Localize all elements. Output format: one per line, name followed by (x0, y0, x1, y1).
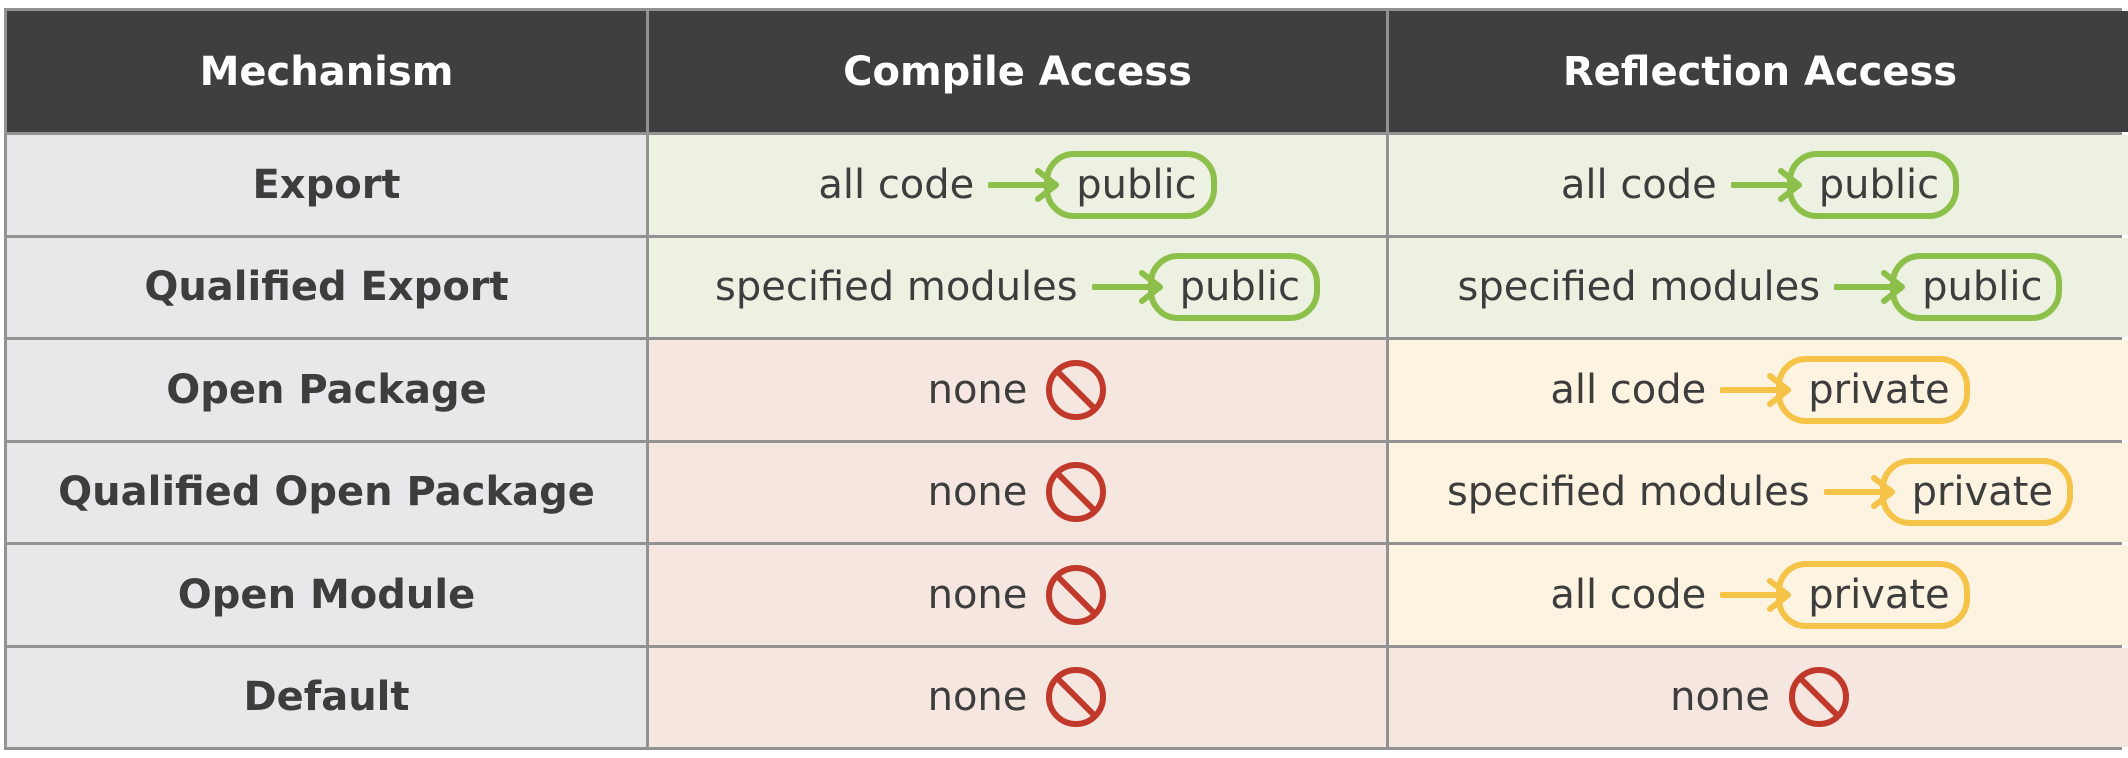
reflection-access-cell: all code private (1389, 545, 2128, 645)
access-flow: specified modules private (1446, 458, 2074, 527)
mechanism-cell: Export (7, 135, 646, 235)
access-level-pill: private (1776, 355, 1970, 424)
header-compile-access: Compile Access (649, 11, 1386, 132)
access-source-text: specified modules (1457, 264, 1821, 311)
access-none-text: none (927, 674, 1028, 721)
access-source-text: all code (1560, 161, 1717, 208)
mechanism-cell: Qualified Export (7, 237, 646, 337)
mechanism-cell: Default (7, 647, 646, 747)
compile-access-cell: none (649, 647, 1386, 747)
access-flow: specified modules public (715, 253, 1320, 322)
access-flow: all code private (1550, 560, 1970, 629)
access-flow: specified modules public (1457, 253, 2063, 322)
access-table: Mechanism Compile Access Reflection Acce… (4, 8, 2128, 750)
access-flow: all code public (1560, 150, 1960, 219)
header-reflection-access: Reflection Access (1389, 11, 2128, 132)
reflection-access-cell: specified modules private (1389, 442, 2128, 542)
access-level-pill: public (1147, 253, 1320, 322)
right-arrow-icon (1834, 270, 1906, 305)
prohibited-icon (1046, 667, 1107, 728)
header-mechanism: Mechanism (7, 11, 646, 132)
access-source-text: specified modules (1446, 469, 1810, 516)
access-level-pill: private (1776, 560, 1970, 629)
access-flow: all code public (818, 150, 1217, 219)
access-source-text: all code (818, 161, 975, 208)
access-none-text: none (927, 571, 1028, 618)
right-arrow-icon (988, 167, 1060, 202)
compile-access-cell: none (649, 545, 1386, 645)
prohibited-icon (1788, 667, 1849, 728)
access-level-pill: private (1879, 458, 2074, 527)
prohibited-icon (1046, 564, 1107, 625)
access-source-text: specified modules (715, 264, 1078, 311)
access-source-text: all code (1550, 571, 1707, 618)
reflection-access-cell: specified modules public (1389, 237, 2128, 337)
access-none-text: none (1670, 674, 1770, 721)
right-arrow-icon (1823, 475, 1895, 510)
access-flow: all code private (1550, 355, 1970, 424)
mechanism-cell: Open Package (7, 340, 646, 440)
mechanism-cell: Open Module (7, 545, 646, 645)
reflection-access-cell: all code public (1389, 135, 2128, 235)
right-arrow-icon (1720, 577, 1792, 612)
reflection-access-cell: all code private (1389, 340, 2128, 440)
right-arrow-icon (1091, 270, 1163, 305)
compile-access-cell: none (649, 442, 1386, 542)
prohibited-icon (1046, 462, 1107, 523)
compile-access-cell: none (649, 340, 1386, 440)
access-none-text: none (927, 469, 1028, 516)
prohibited-icon (1046, 359, 1107, 420)
mechanism-cell: Qualified Open Package (7, 442, 646, 542)
access-source-text: all code (1550, 366, 1707, 413)
compile-access-cell: all code public (649, 135, 1386, 235)
right-arrow-icon (1720, 372, 1792, 407)
access-none-text: none (927, 366, 1028, 413)
access-level-pill: public (1890, 253, 2063, 322)
access-level-pill: public (1786, 150, 1960, 219)
reflection-access-cell: none (1389, 647, 2128, 747)
compile-access-cell: specified modules public (649, 237, 1386, 337)
access-level-pill: public (1044, 150, 1217, 219)
right-arrow-icon (1730, 167, 1802, 202)
